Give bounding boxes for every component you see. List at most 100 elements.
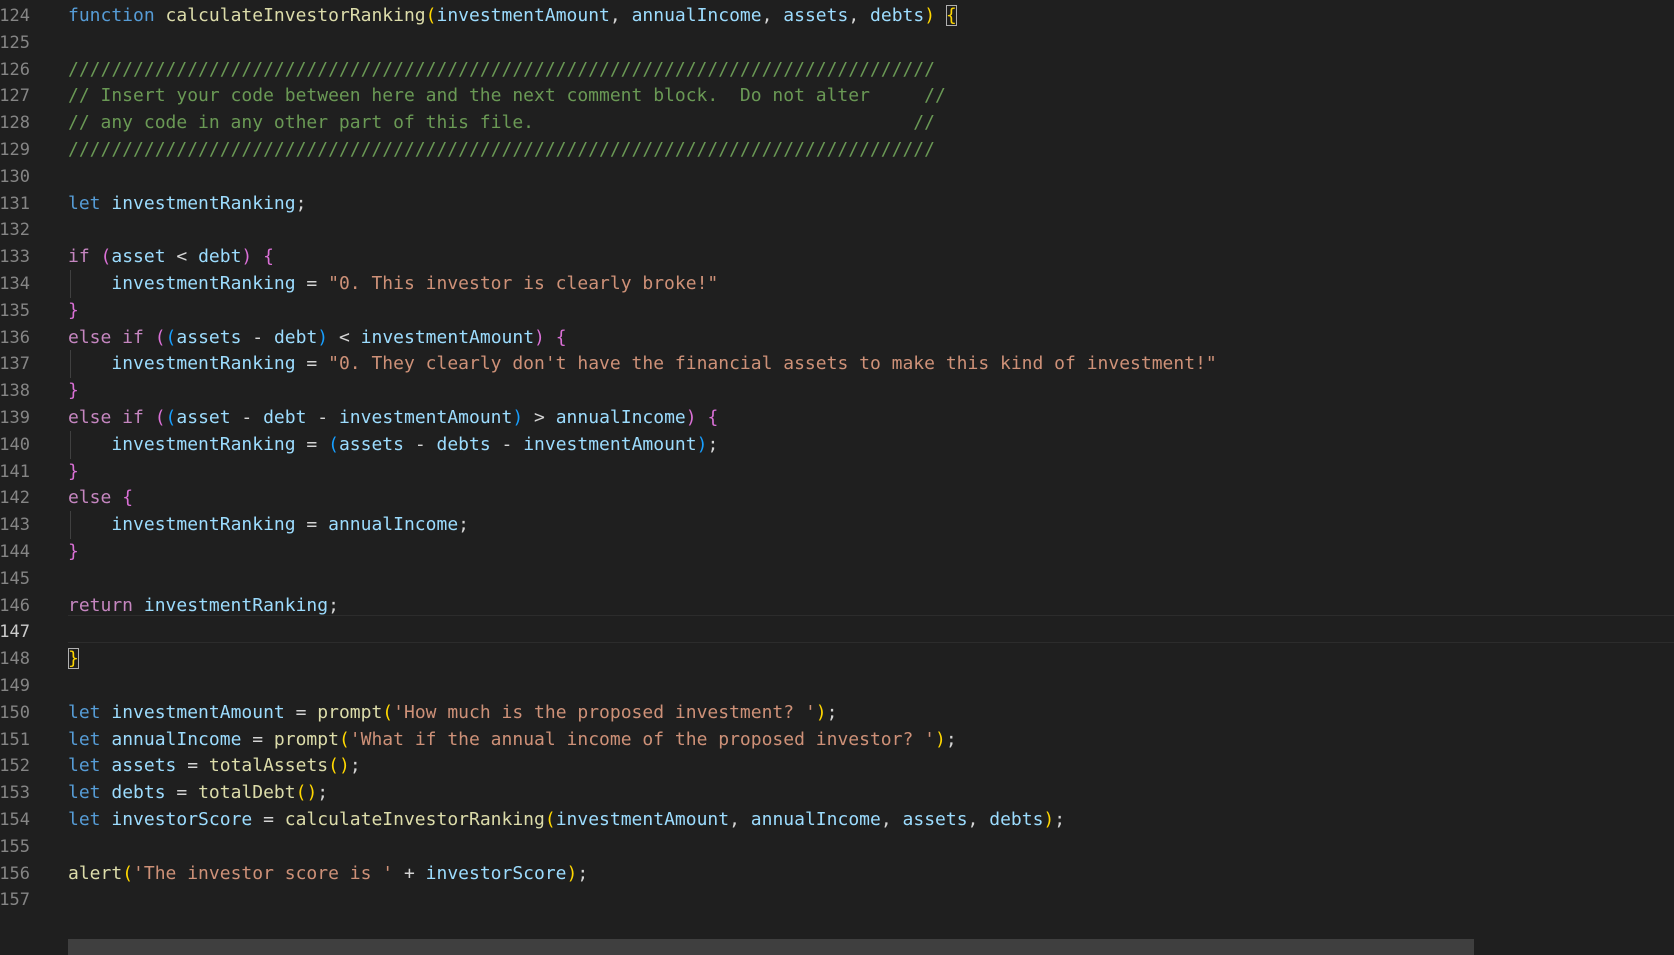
code-token: assets [111, 755, 177, 776]
code-line[interactable]: } [68, 538, 79, 566]
indent-guide [70, 431, 71, 459]
code-token: investorScore [111, 809, 253, 830]
code-token: = [165, 782, 199, 803]
code-token: // any code in any other part of this fi… [68, 112, 935, 133]
line-number: 140 [0, 435, 30, 455]
code-token: , [729, 809, 751, 830]
line-number: 126 [0, 60, 30, 80]
code-line[interactable]: // Insert your code between here and the… [68, 82, 946, 110]
code-line[interactable]: ////////////////////////////////////////… [68, 136, 935, 164]
code-line[interactable]: } [68, 297, 79, 325]
line-number-gutter: 124 125 126 127 128 129 130 131 132 133 134 135 136 1… [0, 0, 56, 955]
code-token: function [68, 5, 166, 26]
code-line[interactable]: let investmentRanking; [68, 190, 306, 218]
code-line[interactable]: let annualIncome = prompt('What if the a… [68, 726, 957, 754]
code-token: else [68, 487, 123, 508]
code-token: ) [512, 407, 524, 428]
indent-guide [70, 270, 71, 298]
code-token: = [295, 514, 329, 535]
indent-guide [70, 511, 71, 539]
code-token: debts [436, 434, 491, 455]
code-token: - [306, 407, 339, 428]
code-token: ) [696, 434, 708, 455]
code-token: investmentAmount [111, 702, 285, 723]
code-token: ) [924, 5, 936, 26]
code-line[interactable]: let investmentAmount = prompt('How much … [68, 699, 837, 727]
code-line[interactable]: let assets = totalAssets(); [68, 752, 361, 780]
code-line[interactable]: alert('The investor score is ' + investo… [68, 860, 588, 888]
code-token: 'The investor score is ' [133, 863, 394, 884]
code-token: ( [122, 863, 134, 884]
code-token: investmentAmount [338, 407, 513, 428]
code-editor[interactable]: 124 125 126 127 128 129 130 131 132 133 134 135 136 1… [0, 0, 1674, 955]
code-line[interactable]: else { [68, 484, 133, 512]
code-token: debt [273, 327, 318, 348]
code-token: investmentAmount [360, 327, 535, 348]
code-line[interactable]: investmentRanking = annualIncome; [68, 511, 469, 539]
code-token: investmentRanking [111, 353, 296, 374]
code-token: let [68, 809, 112, 830]
code-token: ) [317, 327, 329, 348]
code-token: debt [263, 407, 307, 428]
code-area[interactable]: function calculateInvestorRanking(invest… [68, 0, 1674, 955]
code-line[interactable]: } [68, 458, 79, 486]
code-token: ( [154, 327, 166, 348]
code-token: ( [338, 729, 350, 750]
code-token: ) [534, 327, 545, 348]
horizontal-scrollbar[interactable] [68, 939, 1474, 955]
code-line[interactable]: // any code in any other part of this fi… [68, 109, 935, 137]
code-line[interactable]: if (asset < debt) { [68, 243, 274, 271]
code-token: calculateInvestorRanking [284, 809, 545, 830]
code-token: { [945, 5, 957, 26]
code-token: 'What if the annual income of the propos… [349, 729, 935, 750]
code-line[interactable]: return investmentRanking; [68, 592, 339, 620]
line-number: 125 [0, 33, 30, 53]
code-token: if [68, 246, 101, 267]
code-token: = [295, 434, 329, 455]
line-number: 148 [0, 649, 30, 669]
code-line[interactable]: let debts = totalDebt(); [68, 779, 328, 807]
line-number: 146 [0, 596, 30, 616]
code-line[interactable]: investmentRanking = (assets - debts - in… [68, 431, 718, 459]
code-line[interactable]: ////////////////////////////////////////… [68, 56, 935, 84]
line-number: 155 [0, 837, 30, 857]
code-token: annualIncome [111, 729, 242, 750]
code-token: { [555, 327, 567, 348]
code-token: { [122, 487, 134, 508]
line-number: 149 [0, 676, 30, 696]
code-line[interactable]: investmentRanking = "0. They clearly don… [68, 350, 1217, 378]
line-number: 142 [0, 488, 30, 508]
code-token: ; [1054, 809, 1066, 830]
code-token: = [295, 353, 329, 374]
code-token: debts [989, 809, 1044, 830]
line-number: 130 [0, 167, 30, 187]
code-line[interactable]: } [68, 645, 79, 673]
code-line[interactable]: investmentRanking = "0. This investor is… [68, 270, 718, 298]
code-token: ) [1043, 809, 1055, 830]
code-token: "0. They clearly don't have the financia… [328, 353, 1217, 374]
code-token: { [263, 246, 274, 267]
code-token: debts [111, 782, 166, 803]
code-token: let [68, 729, 112, 750]
line-number: 153 [0, 783, 30, 803]
code-token: let [68, 702, 112, 723]
line-number: 154 [0, 810, 30, 830]
code-line[interactable]: else if ((asset - debt - investmentAmoun… [68, 404, 718, 432]
line-number: 137 [0, 354, 30, 374]
code-line[interactable]: } [68, 377, 79, 405]
code-line[interactable]: function calculateInvestorRanking(invest… [68, 2, 957, 30]
code-token: ( [154, 407, 166, 428]
code-token: annualIncome [555, 407, 686, 428]
code-line[interactable]: else if ((assets - debt) < investmentAmo… [68, 324, 567, 352]
code-token: // Insert your code between here and the… [68, 85, 946, 106]
code-token: assets [338, 434, 404, 455]
line-number: 135 [0, 301, 30, 321]
code-token: , [609, 5, 632, 26]
code-token: ; [707, 434, 719, 455]
code-token: ( [544, 809, 556, 830]
code-token: asset [111, 246, 166, 267]
code-token: , [761, 5, 784, 26]
code-token: else if [68, 327, 155, 348]
code-line[interactable]: let investorScore = calculateInvestorRan… [68, 806, 1065, 834]
